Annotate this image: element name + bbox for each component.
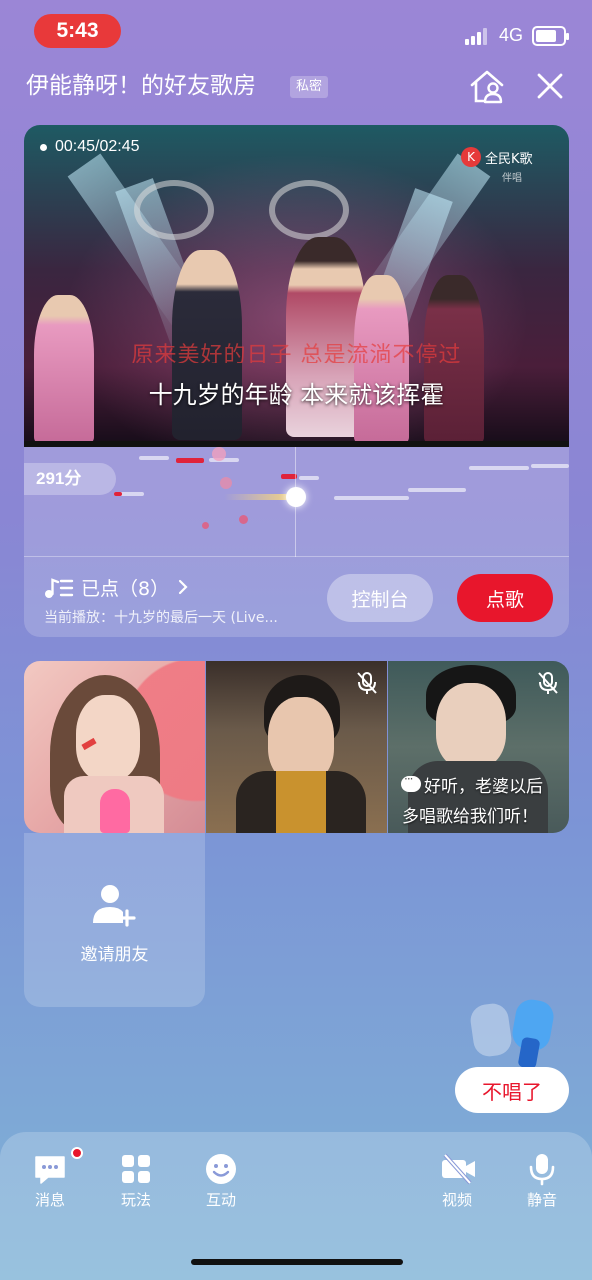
mic-muted-icon: [356, 671, 378, 695]
home-indicator: [191, 1259, 403, 1265]
nav-label: 静音: [526, 1191, 557, 1209]
brand-sub: 伴唱: [502, 173, 522, 184]
pitch-visualizer: 291分: [24, 447, 569, 557]
network-type: 4G: [499, 25, 524, 45]
status-bar: 5:43 4G: [0, 0, 592, 62]
karaoke-video[interactable]: 00:45/02:45 K 全民K歌 伴唱 原来美好的日子 总是流淌不停过 十九…: [24, 125, 569, 447]
floating-mic-icon: [470, 998, 560, 1069]
comment-text: 好听，老婆以后: [424, 777, 543, 797]
avatar: [436, 683, 506, 769]
pitch-cursor: [286, 487, 306, 507]
participant-tiles: 好听，老婆以后 多唱歌给我们听！: [24, 661, 569, 833]
signal-icon: [465, 27, 491, 45]
nav-interact[interactable]: 互动: [191, 1152, 251, 1210]
recording-dot: [40, 144, 47, 151]
camera-off-icon: [440, 1152, 475, 1186]
lyric-current: 十九岁的年龄 本来就该挥霍: [148, 381, 445, 409]
mic-muted-icon: [537, 671, 559, 695]
nav-mute[interactable]: 静音: [512, 1152, 572, 1210]
nav-message[interactable]: 消息: [20, 1152, 80, 1210]
brand-logo: K 全民K歌: [461, 147, 533, 167]
queue-label[interactable]: 已点（8）: [81, 574, 169, 601]
nav-play[interactable]: 玩法: [106, 1152, 166, 1210]
nav-video[interactable]: 视频: [427, 1152, 487, 1210]
order-song-button[interactable]: 点歌: [457, 574, 553, 622]
brand-name: 全民K歌: [485, 151, 533, 167]
participant-tile-2[interactable]: [206, 661, 387, 833]
comment-icon: [401, 772, 421, 792]
play-time: 00:45/02:45: [55, 138, 140, 155]
participant-tile-3[interactable]: 好听，老婆以后 多唱歌给我们听！: [388, 661, 569, 833]
queue-icon[interactable]: [44, 577, 74, 599]
pink-mic: [100, 789, 130, 833]
invite-friends-button[interactable]: 邀请朋友: [24, 833, 205, 1007]
stop-singing-button[interactable]: 不唱了: [455, 1067, 569, 1113]
battery-level: [536, 30, 556, 42]
smile-icon: [204, 1152, 238, 1186]
console-button[interactable]: 控制台: [327, 574, 433, 622]
comment-text: 多唱歌给我们听！: [402, 807, 538, 827]
nav-label: 消息: [34, 1191, 65, 1209]
bottom-bar: [0, 1132, 592, 1280]
grid-icon: [119, 1152, 153, 1186]
avatar: [76, 695, 140, 781]
status-time: 5:43: [34, 14, 121, 48]
now-playing: 当前播放：十九岁的最后一天 (Live...: [44, 610, 278, 626]
close-icon[interactable]: [534, 70, 566, 102]
unread-dot: [71, 1147, 83, 1159]
score-badge: 291分: [24, 463, 116, 495]
battery-icon: [532, 26, 569, 46]
lyric-previous: 原来美好的日子 总是流淌不停过: [131, 343, 462, 363]
invite-label: 邀请朋友: [80, 945, 149, 965]
mic-icon: [525, 1152, 559, 1186]
brand-icon: K: [461, 147, 481, 167]
player-card: 00:45/02:45 K 全民K歌 伴唱 原来美好的日子 总是流淌不停过 十九…: [24, 125, 569, 637]
add-user-icon: [91, 883, 137, 927]
room-title: 伊能静呀！的好友歌房: [26, 73, 256, 99]
nav-label: 玩法: [120, 1191, 151, 1209]
private-badge: 私密: [290, 76, 329, 98]
chevron-right-icon[interactable]: [176, 577, 190, 597]
nav-label: 互动: [205, 1191, 236, 1209]
house-person-icon[interactable]: [468, 68, 506, 104]
participant-tile-host[interactable]: [24, 661, 205, 833]
message-icon: [33, 1152, 67, 1186]
nav-label: 视频: [441, 1191, 472, 1209]
